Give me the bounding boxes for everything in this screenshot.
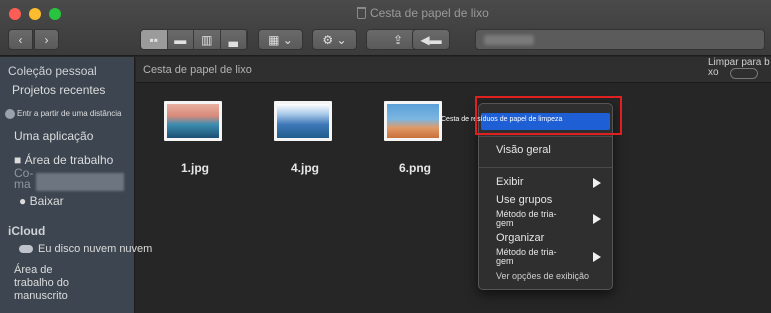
- file-thumbnail: [384, 101, 442, 141]
- gallery-view-icon[interactable]: ▃: [221, 30, 247, 49]
- tag-button[interactable]: ◀▬: [412, 29, 450, 50]
- gear-icon: ⚙ ⌄: [322, 32, 347, 47]
- path-label: Cesta de papel de lixo: [143, 64, 252, 76]
- grid-icon: ▦ ⌄: [268, 32, 293, 47]
- file-name: 4.jpg: [290, 161, 319, 175]
- chevron-right-icon: ›: [44, 32, 49, 47]
- sidebar-item-desktop[interactable]: ■ Área de trabalho: [14, 153, 113, 167]
- search-icon: [484, 35, 534, 45]
- bullet-icon: ●: [19, 194, 30, 208]
- menu-item-sort-method-2[interactable]: Método de tria- gem: [496, 248, 557, 266]
- zoom-window-button[interactable]: [49, 8, 61, 20]
- share-icon: ⇪: [392, 32, 404, 47]
- globe-icon: [5, 109, 15, 119]
- list-view-icon[interactable]: ▬: [168, 30, 194, 49]
- view-mode-segmented-control[interactable]: ▪▪ ▬ ▥ ▃: [140, 29, 248, 50]
- desktop-bullet-icon: ■: [14, 153, 25, 167]
- menu-separator: [479, 167, 612, 168]
- menu-item-view-options[interactable]: Ver opções de exibição: [496, 271, 589, 281]
- window-title-text: Cesta de papel de lixo: [370, 6, 489, 20]
- minimize-window-button[interactable]: [29, 8, 41, 20]
- sidebar-item-downloads[interactable]: ● Baixar: [19, 194, 64, 208]
- submenu-arrow-icon: [593, 178, 601, 188]
- empty-trash-button[interactable]: [730, 68, 758, 79]
- file-name: 6.png: [399, 161, 431, 175]
- sidebar-item-recent-projects[interactable]: Projetos recentes: [12, 83, 105, 97]
- file-thumbnail: [274, 101, 332, 141]
- window-title: Cesta de papel de lixo: [357, 6, 489, 20]
- sidebar: Coleção pessoal Projetos recentes Entr a…: [0, 57, 152, 313]
- cloud-icon: [19, 245, 33, 254]
- toolbar: Cesta de papel de lixo ‹ › ▪▪ ▬ ▥ ▃ ▦ ⌄ …: [0, 0, 771, 56]
- trash-icon: [357, 7, 366, 19]
- submenu-arrow-icon: [593, 252, 601, 262]
- sidebar-item-remote[interactable]: Entr a partir de uma distância: [5, 109, 122, 119]
- chevron-left-icon: ‹: [18, 32, 23, 47]
- submenu-arrow-icon: [593, 214, 601, 224]
- menu-item-sort-method[interactable]: Método de tria- gem: [496, 210, 557, 228]
- file-item[interactable]: 6.png: [384, 101, 446, 175]
- sidebar-heading-personal: Coleção pessoal: [8, 64, 97, 78]
- column-view-icon[interactable]: ▥: [194, 30, 221, 49]
- sidebar-heading-icloud: iCloud: [8, 224, 46, 238]
- redacted-block: [36, 173, 124, 191]
- sidebar-item-applications[interactable]: Uma aplicação: [14, 129, 93, 143]
- group-button[interactable]: ▦ ⌄: [258, 29, 303, 50]
- tag-icon: ◀▬: [420, 32, 442, 47]
- file-name: 1.jpg: [180, 161, 209, 175]
- back-button[interactable]: ‹: [8, 29, 33, 50]
- file-item[interactable]: 4.jpg: [274, 101, 336, 175]
- action-button[interactable]: ⚙ ⌄: [312, 29, 357, 50]
- sidebar-item-documents[interactable]: Co- ma: [14, 167, 33, 190]
- icon-view-icon[interactable]: ▪▪: [141, 30, 168, 49]
- menu-item-use-groups[interactable]: Use grupos: [496, 194, 552, 206]
- path-bar: Cesta de papel de lixo Limpar para b xo: [136, 57, 771, 83]
- sidebar-item-icloud-drive[interactable]: Eu disco nuvem nuvem: [19, 243, 152, 255]
- menu-item-overview[interactable]: Visão geral: [496, 144, 551, 156]
- forward-button[interactable]: ›: [34, 29, 59, 50]
- file-item[interactable]: 1.jpg: [164, 101, 226, 175]
- menu-item-show[interactable]: Exibir: [496, 176, 524, 188]
- menu-item-organize[interactable]: Organizar: [496, 232, 544, 244]
- sidebar-item-manuscript-desktop[interactable]: Área de trabalho do manuscrito: [14, 264, 69, 303]
- highlight-annotation-box: [475, 96, 622, 135]
- close-window-button[interactable]: [9, 8, 21, 20]
- file-thumbnail: [164, 101, 222, 141]
- search-input[interactable]: [475, 29, 765, 50]
- menu-separator: [479, 136, 612, 137]
